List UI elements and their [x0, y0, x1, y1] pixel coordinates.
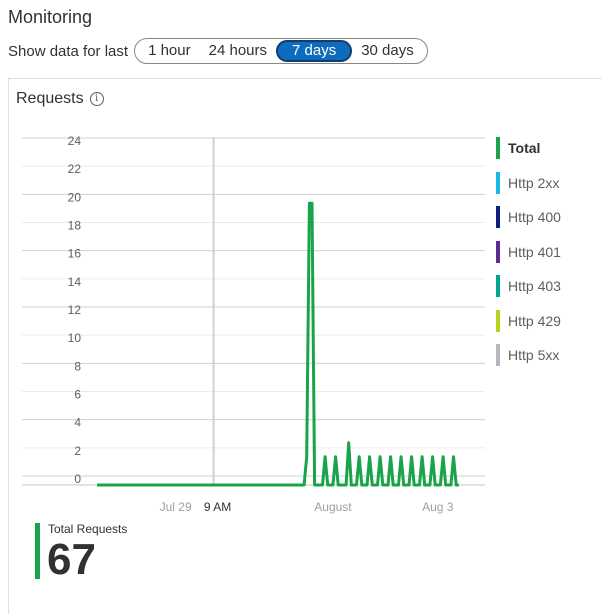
- legend-swatch: [496, 137, 500, 159]
- y-tick-label: 0: [74, 472, 81, 486]
- legend-item-total[interactable]: Total: [496, 136, 561, 160]
- legend-label: Http 400: [508, 209, 561, 225]
- y-tick-label: 2: [74, 444, 81, 458]
- y-tick-label: 10: [68, 331, 82, 345]
- y-tick-label: 6: [74, 388, 81, 402]
- legend-item-http-401[interactable]: Http 401: [496, 240, 561, 264]
- x-tick-label: August: [314, 500, 352, 514]
- y-tick-label: 16: [68, 247, 82, 261]
- x-tick-label: Aug 3: [422, 500, 454, 514]
- total-requests-label: Total Requests: [48, 522, 128, 536]
- y-tick-label: 12: [68, 303, 82, 317]
- legend-item-http-5xx[interactable]: Http 5xx: [496, 343, 561, 367]
- legend-label: Http 429: [508, 312, 561, 329]
- legend-item-http-400[interactable]: Http 400: [496, 205, 561, 229]
- legend-label: Http 401: [508, 243, 561, 260]
- total-requests-value: 67: [47, 535, 96, 584]
- x-tick-label: 9 AM: [204, 500, 231, 514]
- legend-item-http-403[interactable]: Http 403: [496, 274, 561, 298]
- legend-label: Http 5xx: [508, 347, 560, 363]
- y-tick-label: 24: [68, 134, 82, 148]
- legend-label: Total: [508, 140, 541, 156]
- legend-swatch: [496, 171, 500, 194]
- series-line-total: [97, 201, 459, 487]
- legend-label: Http 2xx: [508, 174, 560, 191]
- chart-legend: Total Http 2xx Http 400 Http 401 Http 403 Htt…: [496, 136, 561, 378]
- y-tick-label: 22: [68, 162, 82, 176]
- legend-swatch: [496, 275, 500, 297]
- total-requests-color-bar: [35, 523, 40, 579]
- y-tick-label: 14: [68, 275, 82, 289]
- y-tick-label: 4: [74, 416, 81, 430]
- legend-item-http-2xx[interactable]: Http 2xx: [496, 171, 561, 195]
- legend-swatch: [496, 206, 500, 228]
- legend-swatch: [496, 309, 500, 332]
- legend-swatch: [496, 344, 500, 366]
- legend-swatch: [496, 240, 500, 263]
- legend-label: Http 403: [508, 278, 561, 294]
- x-tick-label: Jul 29: [160, 500, 192, 514]
- legend-item-http-429[interactable]: Http 429: [496, 309, 561, 333]
- y-tick-label: 18: [68, 219, 82, 233]
- y-tick-label: 20: [68, 190, 82, 204]
- y-tick-label: 8: [74, 359, 81, 373]
